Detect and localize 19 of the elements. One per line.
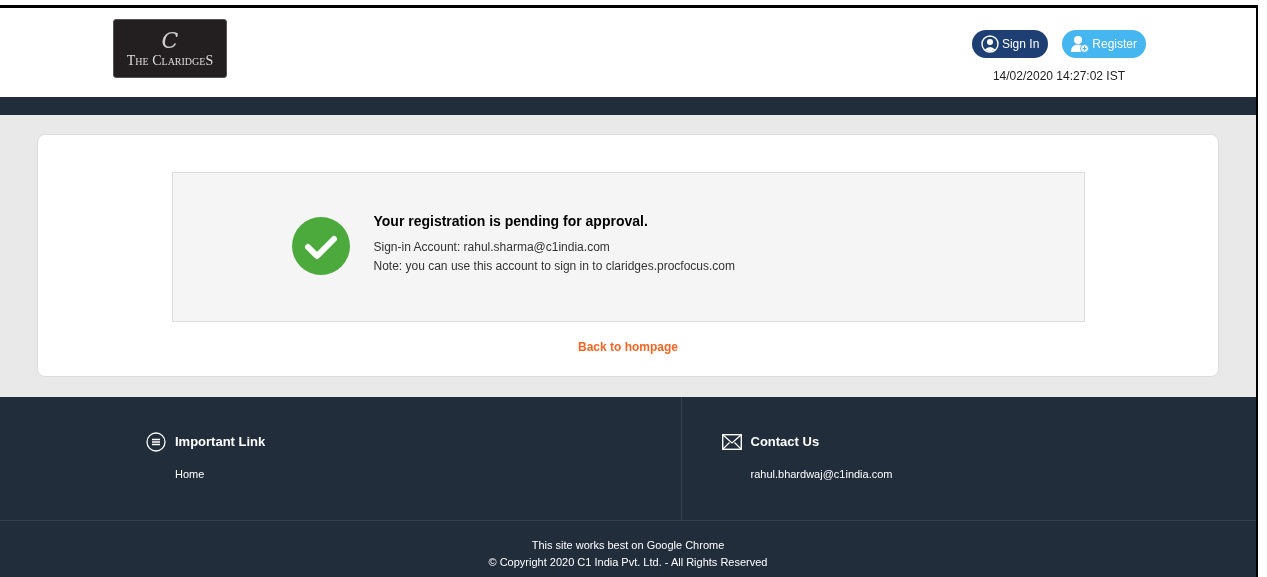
message-title: Your registration is pending for approval. [373, 212, 649, 231]
menu-icon [146, 432, 166, 452]
datetime: 14/02/2020 14:27:02 IST [992, 68, 1126, 85]
footer-heading: Important Link [175, 433, 266, 452]
logo[interactable]: C The ClaridgeS [113, 19, 227, 78]
footer-link[interactable]: Home [175, 466, 681, 483]
message-text: Sign-in Account: rahul.sharma@c1india.com [373, 239, 611, 256]
footer-note: This site works best on Google Chrome [531, 538, 725, 553]
logo-monogram: C [161, 28, 179, 53]
footer-heading: Contact Us [750, 433, 820, 451]
contact-email[interactable]: rahul.bhardwaj@c1india.com [750, 465, 1256, 482]
user-icon [980, 35, 999, 53]
logo-name: The ClaridgeS [126, 52, 214, 69]
message-text: Note: you can use this account to sign in to claridges.procfocus.com [373, 258, 736, 275]
check-icon [291, 217, 350, 275]
sign-in-button[interactable]: Sign In [971, 30, 1049, 58]
user-add-icon [1071, 35, 1090, 53]
footer-note: © Copyright 2020 C1 India Pvt. Ltd. - All Rights Reserved [488, 555, 768, 570]
mail-icon [721, 433, 742, 450]
